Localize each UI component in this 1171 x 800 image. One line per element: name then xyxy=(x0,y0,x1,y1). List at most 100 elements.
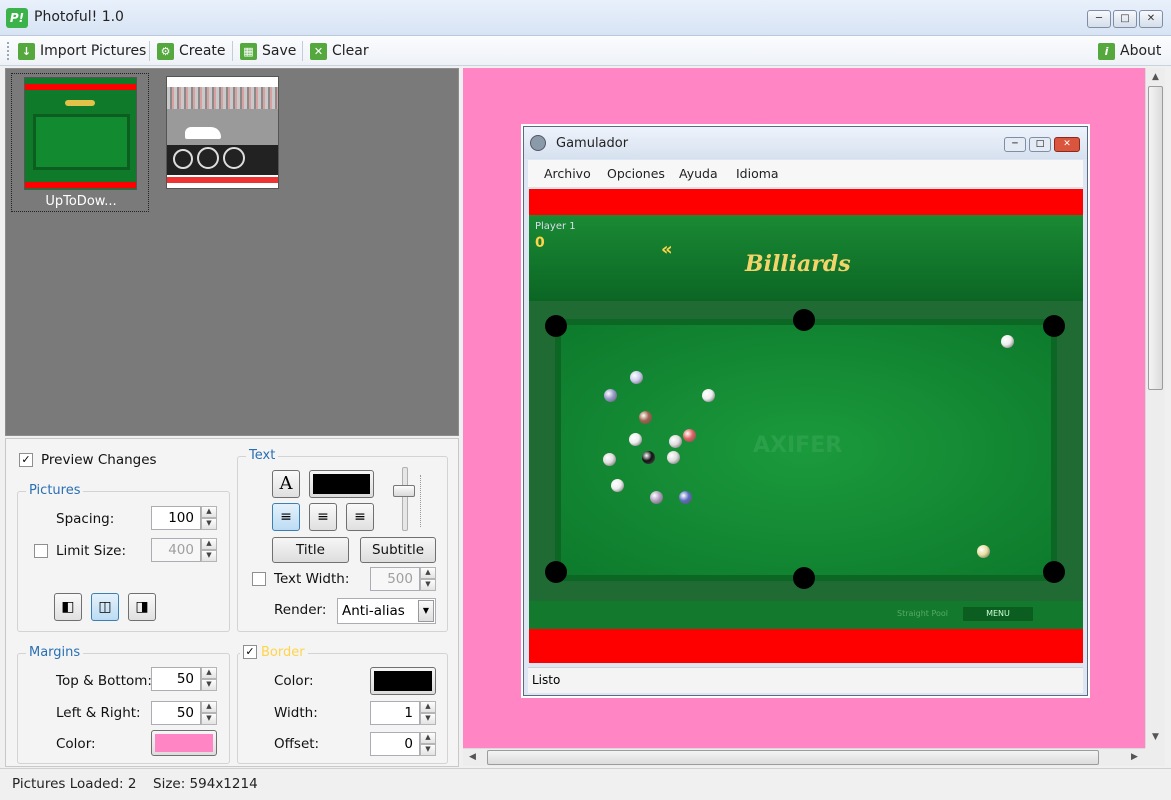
import-pictures-button[interactable]: ↓ Import Pictures xyxy=(18,40,146,62)
pool-ball xyxy=(683,429,696,442)
pool-ball xyxy=(977,545,990,558)
scroll-right-icon[interactable]: ▶ xyxy=(1131,752,1138,762)
toolbar-separator xyxy=(149,41,150,61)
game-menu-item: Ayuda xyxy=(679,166,718,181)
back-arrows-icon: « xyxy=(661,239,673,260)
font-picker-button[interactable]: A xyxy=(272,470,300,498)
text-color-picker[interactable] xyxy=(309,470,374,498)
border-checkbox[interactable]: ✓ xyxy=(243,644,257,659)
preview-changes-label: Preview Changes xyxy=(41,452,157,468)
horizontal-scrollbar[interactable]: ◀ ▶ xyxy=(463,748,1145,766)
close-button[interactable]: ✕ xyxy=(1139,10,1163,28)
spin-down-icon[interactable]: ▼ xyxy=(420,744,436,756)
subtitle-button[interactable]: Subtitle xyxy=(360,537,436,563)
thumbnail-item[interactable] xyxy=(166,76,281,189)
text-align-left-icon[interactable]: ≡ xyxy=(272,503,300,531)
text-size-slider-thumb[interactable] xyxy=(393,485,415,497)
limit-size-checkbox[interactable] xyxy=(34,544,48,558)
import-pictures-label: Import Pictures xyxy=(40,43,147,59)
game-menu-item: Opciones xyxy=(607,166,665,181)
thumbnail-label: UpToDow... xyxy=(45,194,117,209)
spin-up-icon[interactable]: ▲ xyxy=(420,567,436,579)
clear-label: Clear xyxy=(332,43,369,59)
pool-ball xyxy=(679,491,692,504)
border-color-picker[interactable] xyxy=(370,667,436,695)
text-color-swatch xyxy=(313,474,370,494)
top-bottom-value[interactable]: 50 xyxy=(151,667,201,691)
align-left-icon[interactable]: ◧ xyxy=(54,593,82,621)
align-right-icon[interactable]: ◨ xyxy=(128,593,156,621)
settings-panel: ✓ Preview Changes Pictures Spacing: 100 … xyxy=(5,438,459,767)
pool-ball xyxy=(630,371,643,384)
pictures-loaded-status: Pictures Loaded: 2 xyxy=(12,776,137,792)
text-width-checkbox[interactable] xyxy=(252,572,266,586)
top-bottom-stepper[interactable]: 50 ▲ ▼ xyxy=(151,667,217,691)
about-button[interactable]: i About xyxy=(1098,40,1161,62)
game-minimize-icon: ─ xyxy=(1004,137,1026,152)
player-label: Player 1 xyxy=(535,221,576,232)
toolbar-grip[interactable] xyxy=(7,42,10,60)
title-button[interactable]: Title xyxy=(272,537,349,563)
border-offset-value[interactable]: 0 xyxy=(370,732,420,756)
pool-ball xyxy=(611,479,624,492)
spacing-label: Spacing: xyxy=(56,511,115,527)
table-pocket xyxy=(1043,315,1065,337)
text-width-stepper[interactable]: 500 ▲ ▼ xyxy=(370,567,436,591)
chevron-down-icon[interactable]: ▼ xyxy=(418,600,434,622)
spin-up-icon[interactable]: ▲ xyxy=(201,667,217,679)
vertical-scroll-thumb[interactable] xyxy=(1148,86,1163,390)
render-select[interactable]: Anti-alias ▼ xyxy=(337,598,436,624)
spin-up-icon[interactable]: ▲ xyxy=(201,701,217,713)
game-window-title: Gamulador xyxy=(556,136,629,151)
limit-size-value[interactable]: 400 xyxy=(151,538,201,562)
left-right-value[interactable]: 50 xyxy=(151,701,201,725)
spin-up-icon[interactable]: ▲ xyxy=(420,732,436,744)
border-width-stepper[interactable]: 1 ▲ ▼ xyxy=(370,701,436,725)
spin-down-icon[interactable]: ▼ xyxy=(420,579,436,591)
text-width-label: Text Width: xyxy=(274,571,350,587)
spin-up-icon[interactable]: ▲ xyxy=(201,506,217,518)
border-offset-stepper[interactable]: 0 ▲ ▼ xyxy=(370,732,436,756)
minimize-button[interactable]: ─ xyxy=(1087,10,1111,28)
font-icon: A xyxy=(279,473,293,494)
text-align-right-icon[interactable]: ≡ xyxy=(346,503,374,531)
text-align-center-icon[interactable]: ≡ xyxy=(309,503,337,531)
clear-button[interactable]: ✕ Clear xyxy=(310,40,369,62)
thumbnail-item[interactable]: UpToDow... xyxy=(11,73,149,212)
horizontal-scroll-thumb[interactable] xyxy=(487,750,1099,765)
spin-down-icon[interactable]: ▼ xyxy=(201,518,217,530)
player-score: 0 xyxy=(535,235,545,251)
spin-down-icon[interactable]: ▼ xyxy=(201,679,217,691)
game-status-bar: Listo xyxy=(528,667,1083,693)
spin-up-icon[interactable]: ▲ xyxy=(201,538,217,550)
vertical-scrollbar[interactable]: ▲ ▼ xyxy=(1145,68,1165,748)
maximize-button[interactable]: □ xyxy=(1113,10,1137,28)
spin-down-icon[interactable]: ▼ xyxy=(201,550,217,562)
about-label: About xyxy=(1120,43,1162,59)
spacing-value[interactable]: 100 xyxy=(151,506,201,530)
left-right-stepper[interactable]: 50 ▲ ▼ xyxy=(151,701,217,725)
spin-up-icon[interactable]: ▲ xyxy=(420,701,436,713)
window-title: Photoful! 1.0 xyxy=(34,9,124,25)
game-menu-item: Archivo xyxy=(544,166,591,181)
spin-down-icon[interactable]: ▼ xyxy=(201,713,217,725)
align-center-icon[interactable]: ◫ xyxy=(91,593,119,621)
spacing-stepper[interactable]: 100 ▲ ▼ xyxy=(151,506,217,530)
scroll-up-icon[interactable]: ▲ xyxy=(1152,72,1159,82)
text-width-value[interactable]: 500 xyxy=(370,567,420,591)
margin-color-picker[interactable] xyxy=(151,730,217,756)
gear-icon: ⚙ xyxy=(157,42,174,60)
scroll-left-icon[interactable]: ◀ xyxy=(469,752,476,762)
top-bottom-label: Top & Bottom: xyxy=(56,673,152,689)
text-size-slider[interactable] xyxy=(402,467,408,531)
border-width-value[interactable]: 1 xyxy=(370,701,420,725)
spin-down-icon[interactable]: ▼ xyxy=(420,713,436,725)
status-bar: Pictures Loaded: 2 Size: 594x1214 xyxy=(0,768,1171,800)
create-button[interactable]: ⚙ Create xyxy=(157,40,226,62)
preview-canvas[interactable]: Gamulador ─ □ ✕ Archivo Opciones Ayuda I… xyxy=(463,68,1145,748)
limit-size-stepper[interactable]: 400 ▲ ▼ xyxy=(151,538,217,562)
border-legend-label: Border xyxy=(261,645,305,660)
save-button[interactable]: ▦ Save xyxy=(240,40,296,62)
preview-changes-checkbox[interactable]: ✓ xyxy=(19,453,33,467)
scroll-down-icon[interactable]: ▼ xyxy=(1152,732,1159,742)
